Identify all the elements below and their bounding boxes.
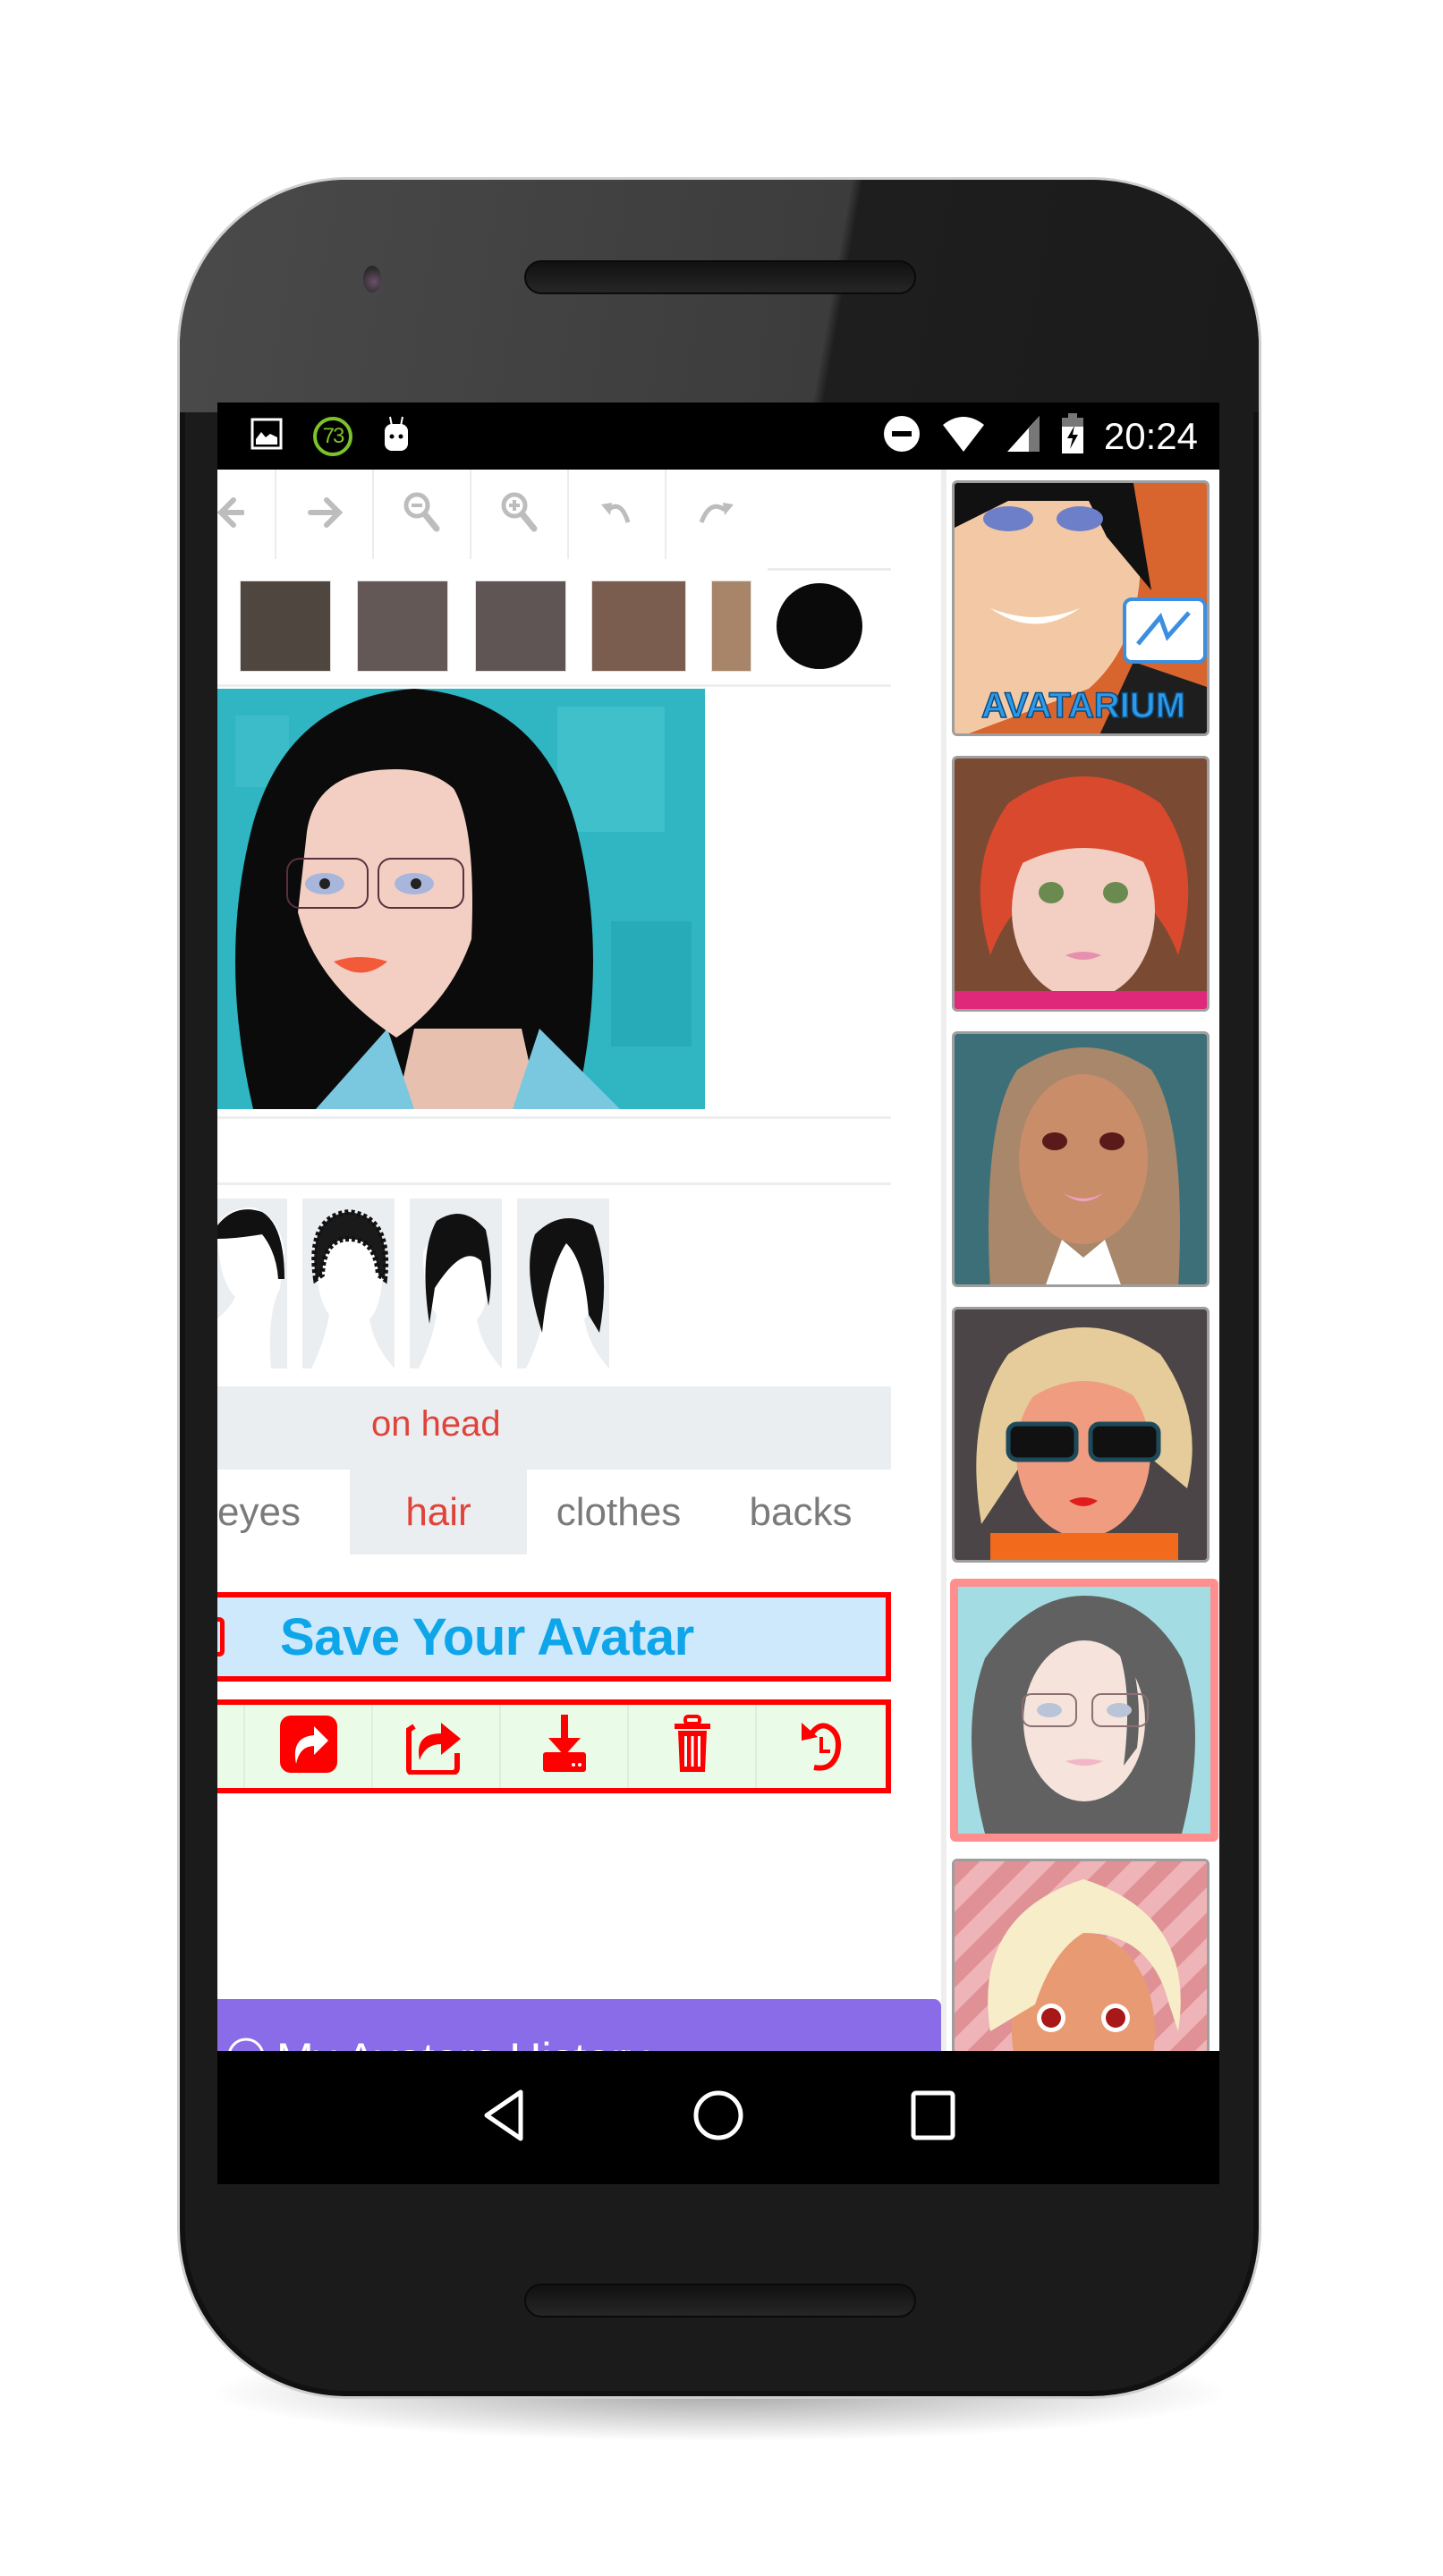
preview-divider <box>217 1116 891 1119</box>
zoom-out-icon <box>403 491 442 538</box>
tab-hair[interactable]: hair <box>350 1470 527 1555</box>
delete-button[interactable] <box>629 1705 757 1788</box>
avatar-editor: on head eyes hair clothes backs Save You… <box>217 470 941 2118</box>
status-bar: 73 20:24 <box>217 402 1219 470</box>
delete-icon <box>674 1715 710 1778</box>
back-arrow-icon <box>217 495 245 535</box>
swatch-divider <box>217 684 891 687</box>
color-swatch[interactable] <box>711 580 751 672</box>
save-avatar-label: Save Your Avatar <box>280 1607 694 1666</box>
tab-backs[interactable]: backs <box>710 1470 891 1555</box>
back-button[interactable] <box>217 470 276 559</box>
zoom-out-button[interactable] <box>374 470 471 559</box>
action-bar <box>217 1699 891 1793</box>
action-cell-partial[interactable] <box>217 1705 245 1788</box>
redo-icon <box>696 499 735 530</box>
tab-clothes[interactable]: clothes <box>527 1470 710 1555</box>
top-speaker <box>524 260 916 294</box>
download-button[interactable] <box>501 1705 629 1788</box>
thumbnail-brown-hair-avatar[interactable] <box>952 1031 1210 1287</box>
zoom-in-button[interactable] <box>471 470 569 559</box>
do-not-disturb-icon <box>882 414 921 458</box>
hair-option[interactable] <box>410 1199 502 1368</box>
download-icon <box>542 1715 586 1778</box>
recents-nav-icon <box>911 2090 955 2145</box>
share-button[interactable] <box>245 1705 373 1788</box>
undo-icon <box>599 499 635 530</box>
android-nav-bar <box>217 2051 1219 2184</box>
color-swatch[interactable] <box>240 580 331 672</box>
share-external-icon <box>405 1714 468 1779</box>
phone-glare <box>180 180 1259 412</box>
subcategory-bar: on head <box>217 1386 891 1470</box>
editor-toolbar <box>217 470 891 564</box>
undo-button[interactable] <box>569 470 666 559</box>
color-swatches <box>217 572 891 680</box>
history-reset-button[interactable] <box>757 1705 885 1788</box>
back-nav-icon <box>481 2089 526 2147</box>
nav-home-button[interactable] <box>674 2073 763 2163</box>
share-external-button[interactable] <box>373 1705 501 1788</box>
redo-button[interactable] <box>666 470 764 559</box>
counter-badge-icon: 73 <box>313 416 352 456</box>
category-tabs: eyes hair clothes backs <box>217 1470 891 1555</box>
thumbnail-platinum-hair-avatar[interactable] <box>952 1859 1210 2051</box>
color-swatch[interactable] <box>357 580 448 672</box>
tab-eyes[interactable]: eyes <box>217 1470 350 1555</box>
avatar-gallery-sidebar[interactable]: AVATARIUM <box>941 470 1219 2051</box>
front-camera <box>363 266 381 292</box>
hair-options <box>217 1199 891 1368</box>
nav-back-button[interactable] <box>459 2073 548 2163</box>
thumbnail-current-avatar[interactable] <box>950 1579 1218 1842</box>
subcategory-on-head[interactable]: on head <box>371 1404 501 1445</box>
thumbnail-red-hair-avatar[interactable] <box>952 756 1210 1012</box>
android-bot-icon <box>383 415 410 457</box>
cell-signal-icon <box>1006 414 1041 458</box>
screen: 73 20:24 on head eyes hair clothes backs… <box>217 402 1219 2184</box>
options-divider <box>217 1182 891 1185</box>
nav-recents-button[interactable] <box>888 2073 978 2163</box>
image-notification-icon <box>250 418 283 454</box>
home-nav-icon <box>692 2089 745 2147</box>
hair-option[interactable] <box>217 1199 287 1368</box>
zoom-in-icon <box>500 491 539 538</box>
color-swatch[interactable] <box>591 580 686 672</box>
selected-color-indicator[interactable] <box>777 583 862 669</box>
save-avatar-button[interactable]: Save Your Avatar <box>217 1592 891 1682</box>
avatarium-caption: AVATARIUM <box>981 686 1185 725</box>
hair-option[interactable] <box>302 1199 395 1368</box>
color-swatch[interactable] <box>475 580 566 672</box>
avatar-preview[interactable] <box>217 689 705 1109</box>
toolbar-divider <box>768 568 891 571</box>
forward-button[interactable] <box>276 470 374 559</box>
device-mockup: 73 20:24 on head eyes hair clothes backs… <box>0 0 1443 2576</box>
thumbnail-avatarium-promo[interactable]: AVATARIUM <box>952 480 1210 736</box>
hair-option[interactable] <box>517 1199 609 1368</box>
thumbnail-blonde-sunglasses-avatar[interactable] <box>952 1307 1210 1563</box>
clock: 20:24 <box>1103 414 1198 457</box>
share-square-icon <box>279 1716 337 1777</box>
bottom-speaker <box>524 2284 916 2318</box>
forward-arrow-icon <box>307 495 343 535</box>
battery-charging-icon <box>1061 413 1084 459</box>
wifi-icon <box>941 414 986 458</box>
history-reset-icon <box>801 1716 841 1777</box>
save-icon <box>217 1617 225 1657</box>
